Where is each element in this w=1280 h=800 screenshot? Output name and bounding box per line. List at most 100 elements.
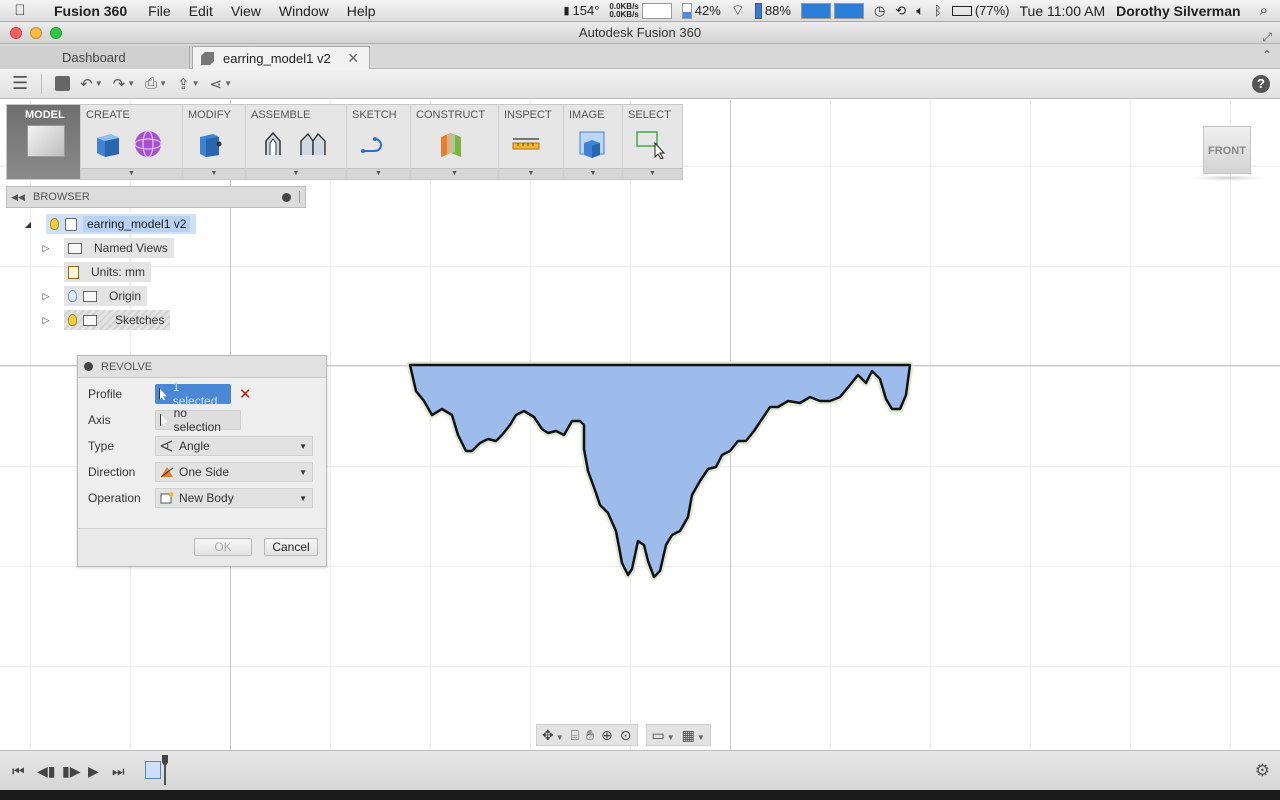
fit-icon[interactable]: ⊙ [620, 727, 632, 744]
sketches-folder[interactable]: Sketches [64, 310, 171, 330]
origin-folder[interactable]: Origin [64, 286, 148, 306]
menu-edit[interactable]: Edit [180, 3, 222, 19]
dropdown-arrow-icon[interactable]: ▼ [81, 168, 182, 179]
play-icon[interactable]: ▶ [88, 763, 99, 780]
ribbon-group-image[interactable]: IMAGE ▼ [563, 105, 622, 179]
dropdown-arrow-icon[interactable]: ▼ [411, 168, 498, 179]
spotlight-search-icon[interactable]: ⌕ [1255, 2, 1280, 19]
timeline-sketch-feature[interactable] [145, 761, 161, 779]
grid-settings-icon[interactable]: ▦ ▼ [682, 727, 705, 744]
type-dropdown[interactable]: Angle ▼ [155, 436, 313, 456]
collapsed-triangle-icon[interactable]: ▷ [38, 243, 54, 254]
ribbon-group-sketch[interactable]: SKETCH ▼ [346, 105, 410, 179]
help-icon[interactable]: ? [1252, 74, 1270, 93]
cancel-button[interactable]: Cancel [264, 538, 318, 556]
as-built-joint-icon[interactable] [298, 129, 328, 159]
dropdown-arrow-icon[interactable]: ▼ [246, 168, 346, 179]
ribbon-group-construct[interactable]: CONSTRUCT ▼ [410, 105, 498, 179]
collapse-dialog-icon[interactable] [84, 362, 93, 371]
network-status[interactable]: 0.0KB/s 0.0KB/s [604, 2, 676, 19]
dropdown-arrow-icon[interactable]: ▼ [499, 168, 563, 179]
menu-window[interactable]: Window [270, 3, 338, 19]
profile-selector[interactable]: 1 selected [155, 380, 231, 408]
tree-node-origin[interactable]: ▷ Origin [38, 286, 148, 306]
dropdown-arrow-icon[interactable]: ▼ [347, 168, 410, 179]
zoom-icon[interactable]: ⊕ [601, 727, 613, 744]
redo-button[interactable]: ↷ ▼ [108, 73, 141, 95]
undo-button[interactable]: ↶ ▼ [75, 73, 108, 95]
clear-selection-icon[interactable]: ✕ [239, 385, 252, 403]
named-views-folder[interactable]: Named Views [64, 238, 174, 258]
zoom-window-button[interactable] [50, 27, 62, 39]
tab-dashboard[interactable]: Dashboard [0, 46, 190, 69]
export-button[interactable]: ⇪ ▼ [172, 73, 205, 95]
activity-graph[interactable] [796, 2, 869, 19]
sphere-icon[interactable] [133, 129, 163, 159]
go-to-end-icon[interactable]: ⏭︎ [112, 763, 125, 780]
collapsed-triangle-icon[interactable]: ▷ [38, 291, 54, 302]
minimize-icon[interactable] [282, 192, 291, 202]
sketch-line-icon[interactable] [359, 129, 389, 159]
menu-file[interactable]: File [139, 3, 180, 19]
orbit-icon[interactable]: ✥ ▼ [542, 727, 564, 744]
measure-icon[interactable] [511, 129, 541, 159]
time-machine-icon[interactable]: ◷ [869, 3, 890, 19]
tab-earring-model[interactable]: earring_model1 v2 ✕ [192, 46, 370, 69]
cpu-status[interactable]: 42% [677, 2, 726, 19]
clock-history-icon[interactable]: ⟲ [890, 3, 911, 19]
workspace-switcher[interactable]: MODEL [7, 105, 80, 179]
collapse-panel-icon[interactable]: ◀◀ [7, 192, 29, 203]
direction-dropdown[interactable]: One Side ▼ [155, 462, 313, 482]
print-button[interactable]: ⎙ ▼ [140, 73, 172, 95]
go-to-start-icon[interactable]: ⏮︎ [12, 763, 25, 780]
save-button[interactable] [50, 73, 75, 95]
temperature-status[interactable]: ▮ 154° [558, 3, 604, 18]
look-at-icon[interactable]: ⌸ [571, 727, 579, 744]
ok-button[interactable]: OK [194, 538, 252, 556]
wifi-icon[interactable]: ⌔ [726, 1, 750, 20]
display-settings-icon[interactable]: ▭ ▼ [652, 727, 675, 744]
visibility-bulb-icon[interactable] [68, 314, 77, 326]
tree-node-units[interactable]: Units: mm [54, 262, 151, 282]
close-tab-icon[interactable]: ✕ [347, 47, 359, 70]
pan-hand-icon[interactable]: ✋︎ [586, 727, 594, 744]
expanded-triangle-icon[interactable]: ◢ [20, 220, 36, 229]
ribbon-group-inspect[interactable]: INSPECT ▼ [498, 105, 563, 179]
tree-node-sketches[interactable]: ▷ Sketches [38, 310, 171, 330]
minimize-window-button[interactable] [30, 27, 42, 39]
menubar-clock[interactable]: Tue 11:00 AM [1015, 3, 1111, 19]
ribbon-group-modify[interactable]: MODIFY ▼ [182, 105, 245, 179]
close-window-button[interactable] [10, 27, 22, 39]
select-window-icon[interactable] [635, 129, 665, 159]
chevron-up-icon[interactable]: ⌃ [1262, 48, 1272, 62]
data-panel-button[interactable]: ☰ [0, 73, 33, 95]
menu-view[interactable]: View [222, 3, 270, 19]
offset-plane-icon[interactable] [437, 129, 467, 159]
box-icon[interactable] [93, 129, 123, 159]
ribbon-group-select[interactable]: SELECT ▼ [622, 105, 682, 179]
render-image-icon[interactable] [576, 129, 606, 159]
app-menu[interactable]: Fusion 360 [40, 3, 139, 19]
step-forward-icon[interactable]: ▮▶ [62, 763, 80, 780]
root-component[interactable]: earring_model1 v2 [46, 214, 197, 234]
visibility-bulb-icon[interactable] [68, 290, 77, 302]
units-item[interactable]: Units: mm [64, 262, 151, 282]
volume-icon[interactable]: 🔈︎ [911, 3, 929, 19]
operation-dropdown[interactable]: New Body ▼ [155, 488, 313, 508]
axis-selector[interactable]: no selection [155, 406, 241, 434]
view-cube[interactable]: FRONT [1203, 126, 1251, 174]
share-button[interactable]: ⋖ ▼ [205, 73, 238, 95]
ribbon-group-assemble[interactable]: ASSEMBLE ▼ [245, 105, 346, 179]
apple-icon[interactable]:  [0, 2, 40, 19]
press-pull-icon[interactable] [195, 129, 225, 159]
gear-icon[interactable]: ⚙︎ [1255, 761, 1270, 781]
collapsed-triangle-icon[interactable]: ▷ [38, 315, 54, 326]
tree-node-root[interactable]: ◢ earring_model1 v2 [20, 214, 197, 234]
dropdown-arrow-icon[interactable]: ▼ [564, 168, 622, 179]
ribbon-group-create[interactable]: CREATE ▼ [80, 105, 182, 179]
bluetooth-icon[interactable]: ᛒ [929, 3, 947, 18]
tree-node-named-views[interactable]: ▷ Named Views [38, 238, 174, 258]
visibility-bulb-icon[interactable] [50, 218, 59, 230]
panel-grip-icon[interactable] [299, 191, 301, 203]
dropdown-arrow-icon[interactable]: ▼ [183, 168, 245, 179]
